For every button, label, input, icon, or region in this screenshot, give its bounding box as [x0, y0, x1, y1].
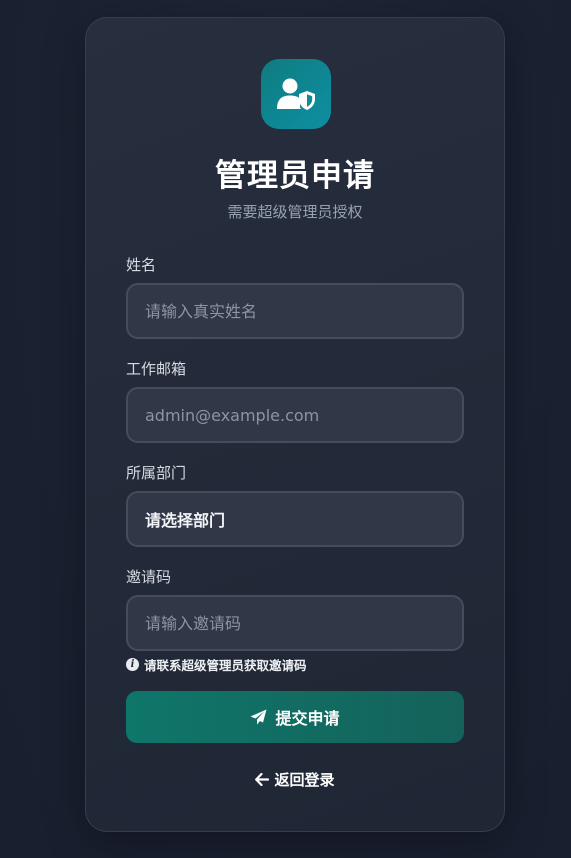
invite-code-hint-text: 请联系超级管理员获取邀请码 [144, 658, 307, 673]
back-to-login-link[interactable]: 返回登录 [86, 769, 504, 790]
invite-code-hint: i 请联系超级管理员获取邀请码 [126, 655, 307, 674]
email-input[interactable] [145, 405, 462, 425]
invite-code-field[interactable] [126, 595, 464, 651]
email-label: 工作邮箱 [126, 360, 187, 378]
info-circle-icon: i [126, 658, 139, 671]
email-field[interactable] [126, 387, 464, 443]
back-to-login-label: 返回登录 [274, 771, 335, 789]
name-label: 姓名 [126, 256, 157, 274]
department-label: 所属部门 [126, 464, 187, 482]
department-selected-value: 请选择部门 [145, 511, 226, 530]
paper-plane-icon [250, 709, 267, 725]
page-subtitle: 需要超级管理员授权 [227, 203, 363, 221]
application-card: 管理员申请 需要超级管理员授权 姓名 工作邮箱 所属部门 请选择部门 邀请码 i… [85, 17, 505, 832]
department-select[interactable]: 请选择部门 [126, 491, 464, 547]
invite-code-label: 邀请码 [126, 568, 172, 586]
page-title: 管理员申请 [215, 158, 375, 194]
logo-badge [261, 59, 331, 129]
invite-code-input[interactable] [145, 613, 462, 633]
name-input[interactable] [145, 301, 462, 321]
user-shield-icon [277, 78, 315, 110]
name-field[interactable] [126, 283, 464, 339]
submit-button[interactable]: 提交申请 [126, 691, 464, 743]
submit-button-label: 提交申请 [275, 709, 340, 728]
arrow-left-icon [255, 773, 270, 786]
